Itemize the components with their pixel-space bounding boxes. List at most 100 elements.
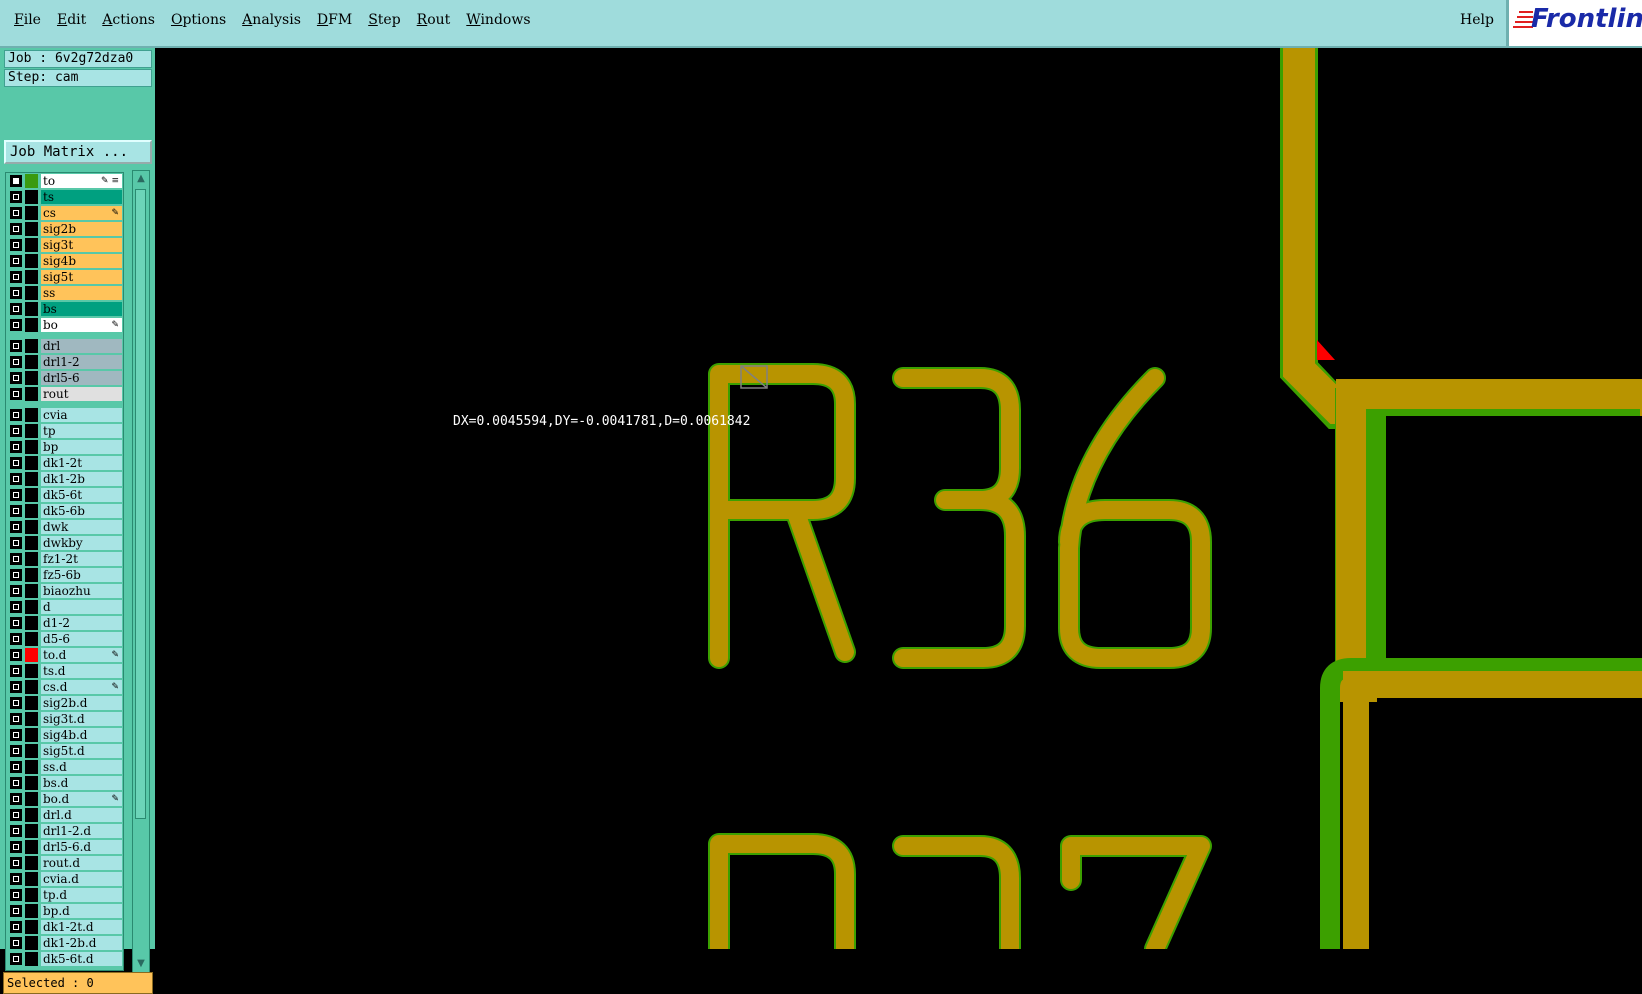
graphics-canvas[interactable]: DX=0.0045594,DY=-0.0041781,D=0.0061842 [155, 48, 1642, 949]
layer-row[interactable]: fz1-2t [6, 551, 123, 567]
layer-visibility-checkbox[interactable] [10, 319, 22, 331]
layer-color-swatch[interactable] [25, 238, 38, 252]
layer-name[interactable]: bp [41, 440, 122, 454]
layer-visibility-checkbox[interactable] [10, 633, 22, 645]
layer-color-swatch[interactable] [25, 808, 38, 822]
layer-visibility-checkbox[interactable] [10, 409, 22, 421]
layer-color-swatch[interactable] [25, 824, 38, 838]
menu-step[interactable]: Step [360, 12, 408, 28]
layer-row[interactable]: d5-6 [6, 631, 123, 647]
layer-row[interactable]: bp [6, 439, 123, 455]
layer-color-swatch[interactable] [25, 696, 38, 710]
layer-visibility-checkbox[interactable] [10, 441, 22, 453]
menu-options[interactable]: Options [163, 12, 234, 28]
layer-row[interactable]: bp.d [6, 903, 123, 919]
layer-name[interactable]: sig4b.d [41, 728, 122, 742]
component-pad-1[interactable] [1335, 379, 1642, 702]
layer-row[interactable]: rout.d [6, 855, 123, 871]
layer-visibility-checkbox[interactable] [10, 745, 22, 757]
layer-row[interactable]: dk5-6t [6, 487, 123, 503]
layer-row[interactable]: d1-2 [6, 615, 123, 631]
layer-visibility-checkbox[interactable] [10, 873, 22, 885]
layer-row[interactable]: ts.d [6, 663, 123, 679]
layer-visibility-checkbox[interactable] [10, 356, 22, 368]
layer-visibility-checkbox[interactable] [10, 937, 22, 949]
layer-color-swatch[interactable] [25, 254, 38, 268]
layer-row[interactable]: dk1-2b [6, 471, 123, 487]
layer-row[interactable]: drl1-2 [6, 354, 123, 370]
layer-name[interactable]: sig3t [41, 238, 122, 252]
layer-visibility-checkbox[interactable] [10, 809, 22, 821]
layer-name[interactable]: tp.d [41, 888, 122, 902]
layer-color-swatch[interactable] [25, 584, 38, 598]
layer-row[interactable]: ts [6, 189, 123, 205]
layer-color-swatch[interactable] [25, 760, 38, 774]
layer-row[interactable]: drl5-6.d [6, 839, 123, 855]
scroll-down-arrow-icon[interactable]: ▼ [134, 957, 148, 971]
layer-name[interactable]: ss [41, 286, 122, 300]
layer-color-swatch[interactable] [25, 568, 38, 582]
layer-row[interactable]: cvia.d [6, 871, 123, 887]
layer-row[interactable]: dwkby [6, 535, 123, 551]
layer-visibility-checkbox[interactable] [10, 729, 22, 741]
layer-name[interactable]: sig2b [41, 222, 122, 236]
layer-name[interactable]: sig4b [41, 254, 122, 268]
layer-name[interactable]: fz1-2t [41, 552, 122, 566]
layer-visibility-checkbox[interactable] [10, 889, 22, 901]
layer-color-swatch[interactable] [25, 792, 38, 806]
layer-visibility-checkbox[interactable] [10, 649, 22, 661]
layer-color-swatch[interactable] [25, 440, 38, 454]
layer-color-swatch[interactable] [25, 840, 38, 854]
scroll-up-arrow-icon[interactable]: ▲ [134, 172, 148, 186]
layer-row[interactable]: drl.d [6, 807, 123, 823]
layer-row[interactable]: sig4b.d [6, 727, 123, 743]
layer-list-scrollbar[interactable]: ▲ ▼ [132, 170, 150, 973]
scroll-thumb[interactable] [135, 189, 146, 819]
layer-color-swatch[interactable] [25, 286, 38, 300]
layer-row[interactable]: sig3t [6, 237, 123, 253]
layer-row[interactable]: dk1-2t.d [6, 919, 123, 935]
layer-name[interactable]: cs.d ✎ [41, 680, 122, 694]
layer-row[interactable]: d [6, 599, 123, 615]
layer-visibility-checkbox[interactable] [10, 665, 22, 677]
layer-row[interactable]: bo.d ✎ [6, 791, 123, 807]
layer-row[interactable]: to.d ✎ [6, 647, 123, 663]
layer-color-swatch[interactable] [25, 270, 38, 284]
layer-visibility-checkbox[interactable] [10, 457, 22, 469]
layer-visibility-checkbox[interactable] [10, 303, 22, 315]
layer-row[interactable]: dk1-2t [6, 455, 123, 471]
layer-name[interactable]: bp.d [41, 904, 122, 918]
layer-color-swatch[interactable] [25, 371, 38, 385]
layer-visibility-checkbox[interactable] [10, 793, 22, 805]
job-matrix-button[interactable]: Job Matrix ... [4, 140, 152, 164]
menu-windows[interactable]: Windows [458, 12, 538, 28]
layer-row[interactable]: sig5t.d [6, 743, 123, 759]
layer-color-swatch[interactable] [25, 888, 38, 902]
layer-name[interactable]: sig5t.d [41, 744, 122, 758]
menu-edit[interactable]: Edit [49, 12, 94, 28]
layer-row[interactable]: dwk [6, 519, 123, 535]
layer-row[interactable]: bo ✎ [6, 317, 123, 333]
layer-name[interactable]: fz5-6b [41, 568, 122, 582]
layer-row[interactable]: ss.d [6, 759, 123, 775]
layer-color-swatch[interactable] [25, 190, 38, 204]
layer-color-swatch[interactable] [25, 680, 38, 694]
layer-color-swatch[interactable] [25, 302, 38, 316]
layer-name[interactable]: dk5-6t.d [41, 952, 122, 966]
layer-name[interactable]: d1-2 [41, 616, 122, 630]
layer-name[interactable]: drl1-2 [41, 355, 122, 369]
layer-color-swatch[interactable] [25, 664, 38, 678]
layer-row[interactable]: sig2b [6, 221, 123, 237]
layer-visibility-checkbox[interactable] [10, 585, 22, 597]
layer-name[interactable]: bs [41, 302, 122, 316]
layer-color-swatch[interactable] [25, 339, 38, 353]
layer-visibility-checkbox[interactable] [10, 569, 22, 581]
layer-row[interactable]: bs [6, 301, 123, 317]
layer-row[interactable]: drl1-2.d [6, 823, 123, 839]
layer-color-swatch[interactable] [25, 206, 38, 220]
layer-visibility-checkbox[interactable] [10, 601, 22, 613]
layer-name[interactable]: dwkby [41, 536, 122, 550]
layer-visibility-checkbox[interactable] [10, 681, 22, 693]
layer-name[interactable]: cvia.d [41, 872, 122, 886]
layer-name[interactable]: d5-6 [41, 632, 122, 646]
